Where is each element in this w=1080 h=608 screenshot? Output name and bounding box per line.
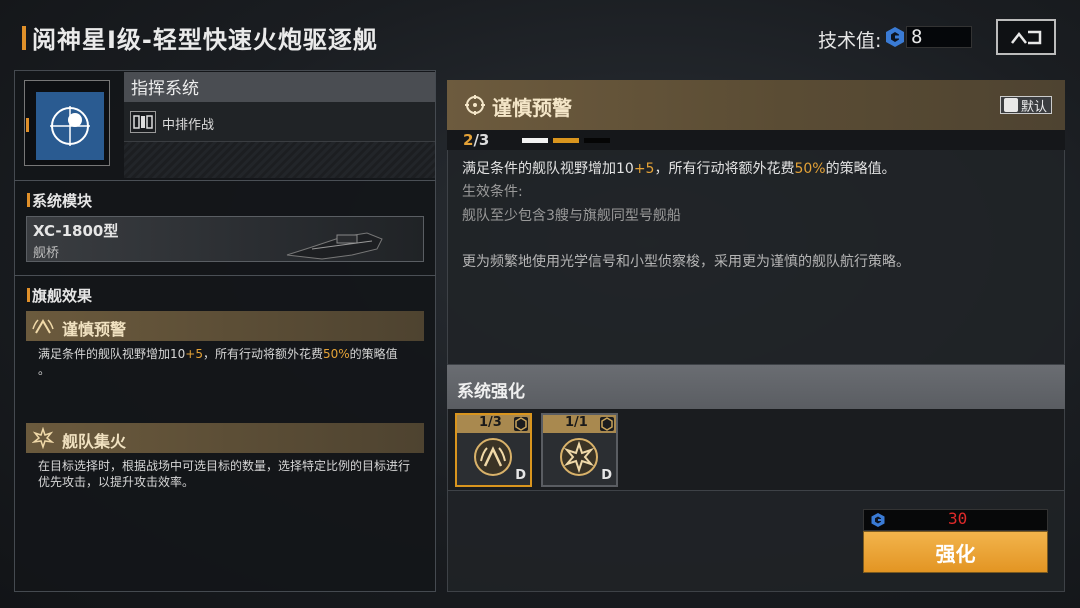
default-label: 默认 xyxy=(1021,99,1048,115)
level-segment-3 xyxy=(584,138,610,143)
command-system-title: 指挥系统 xyxy=(131,79,199,99)
selected-marker xyxy=(26,118,29,132)
formation-icon xyxy=(130,111,156,133)
targeting-crosshair-icon xyxy=(50,106,90,146)
level-segment-1 xyxy=(522,138,548,143)
level-segment-2 xyxy=(553,138,579,143)
enhance-slots-area xyxy=(447,409,1065,491)
focus-fire-icon xyxy=(32,427,54,449)
focus-fire-icon xyxy=(560,438,598,476)
flagship-effect-title-1: 谨慎预警 xyxy=(62,320,127,339)
tech-badge-icon xyxy=(514,417,528,431)
flagship-effect-desc-2: 在目标选择时，根据战场中可选目标的数量，选择特定比例的目标进行优先攻击，以提升攻… xyxy=(38,459,411,489)
skill-condition: 舰队至少包含3艘与旗舰同型号舰船 xyxy=(462,208,681,224)
tech-badge-icon xyxy=(600,417,614,431)
enhance-slot-1[interactable]: 1/3 D xyxy=(455,413,532,487)
skill-level: 2/3 xyxy=(463,131,490,149)
target-reticle-icon xyxy=(465,95,485,115)
command-subtype-label: 中排作战 xyxy=(162,118,215,133)
enhance-header xyxy=(447,365,1065,409)
upgrade-cost: 30 xyxy=(948,509,968,528)
slot-rank: D xyxy=(601,468,612,483)
skill-description: 满足条件的舰队视野增加10+5，所有行动将额外花费50%的策略值。 xyxy=(462,161,896,177)
tech-point-icon xyxy=(886,27,904,47)
section-marker xyxy=(27,193,30,207)
flagship-section-title: 旗舰效果 xyxy=(32,287,93,305)
tech-value: 8 xyxy=(911,26,923,48)
tech-value-label: 技术值: xyxy=(818,30,882,52)
command-empty-slot xyxy=(124,142,435,178)
default-button[interactable]: 默认 xyxy=(1000,96,1052,115)
divider xyxy=(14,180,436,181)
command-system-icon-tile xyxy=(36,92,104,160)
skill-condition-label: 生效条件: xyxy=(462,184,523,200)
enhance-title: 系统强化 xyxy=(457,382,525,402)
caution-signal-icon xyxy=(32,319,54,334)
flagship-effect-desc-1: 满足条件的舰队视野增加10+5，所有行动将额外花费50%的策略值。 xyxy=(38,347,398,377)
slot-level: 1/1 xyxy=(565,415,588,430)
skill-flavor-text: 更为频繁地使用光学信号和小型侦察梭，采用更为谨慎的舰队航行策略。 xyxy=(462,254,910,270)
upgrade-button[interactable]: 强化 xyxy=(863,531,1048,573)
back-button[interactable] xyxy=(996,19,1056,55)
enhance-slot-2[interactable]: 1/1 D xyxy=(541,413,618,487)
section-marker xyxy=(27,288,30,302)
module-name: XC-1800型 xyxy=(33,222,119,240)
tech-point-icon xyxy=(871,513,885,527)
module-type: 舰桥 xyxy=(33,246,60,261)
back-arrow-icon xyxy=(1011,30,1042,45)
default-icon xyxy=(1004,98,1018,112)
bridge-module-image xyxy=(286,232,383,260)
caution-signal-icon xyxy=(474,438,512,476)
flagship-effect-title-2: 舰队集火 xyxy=(62,432,127,451)
page-title: 阅神星I级-轻型快速火炮驱逐舰 xyxy=(32,26,378,54)
divider xyxy=(14,275,436,276)
title-accent-bar xyxy=(22,26,26,50)
slot-level: 1/3 xyxy=(479,415,502,430)
slot-rank: D xyxy=(515,468,526,483)
module-section-title: 系统模块 xyxy=(32,192,93,210)
skill-title: 谨慎预警 xyxy=(492,96,572,120)
